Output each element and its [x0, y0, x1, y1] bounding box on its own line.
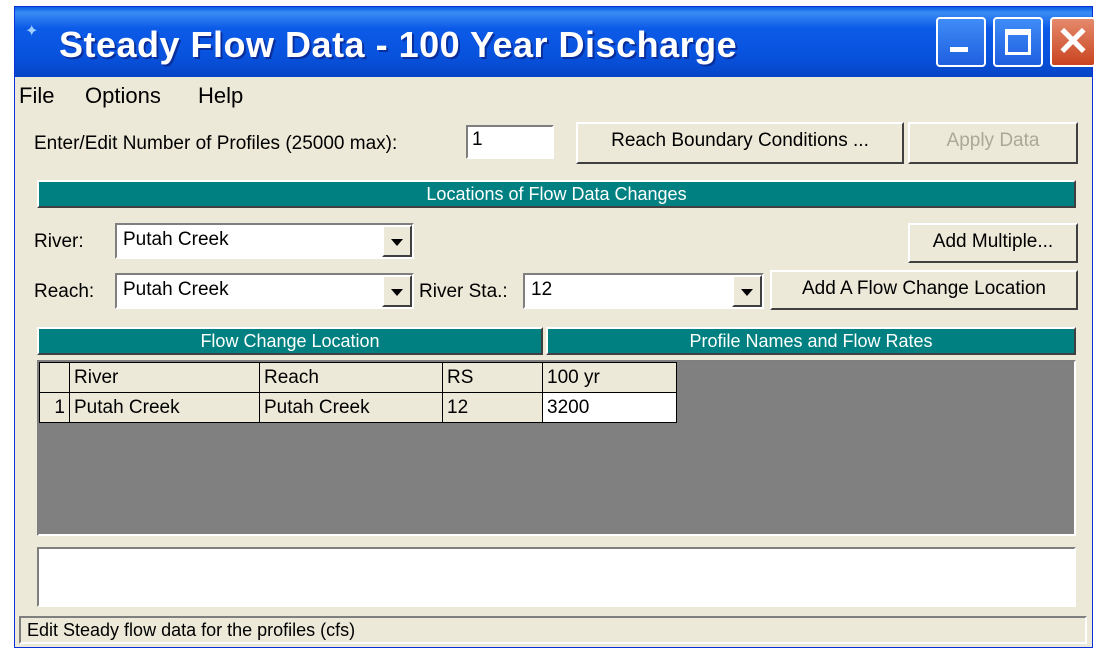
add-flow-change-location-button[interactable]: Add A Flow Change Location [770, 270, 1078, 310]
app-icon[interactable]: ✦ [25, 21, 38, 41]
maximize-button[interactable] [993, 17, 1043, 67]
minimize-icon [950, 47, 968, 52]
add-multiple-label: Add Multiple... [932, 231, 1054, 252]
cell-rs: 12 [442, 392, 543, 423]
flow-data-table: River Reach RS 100 yr 1 Putah Creek Puta… [39, 362, 677, 423]
row-number: 1 [39, 392, 70, 423]
table-row: 1 Putah Creek Putah Creek 12 3200 [39, 392, 677, 423]
locations-header: Locations of Flow Data Changes [37, 180, 1076, 208]
status-bar: Edit Steady flow data for the profiles (… [19, 616, 1087, 644]
reach-label: Reach: [34, 281, 95, 302]
cell-flow-rate[interactable]: 3200 [542, 392, 677, 423]
column-header-river[interactable]: River [69, 362, 260, 393]
river-dropdown-button[interactable] [382, 225, 412, 257]
steady-flow-window: ✦ Steady Flow Data - 100 Year Discharge … [14, 6, 1096, 648]
menu-file[interactable]: File [19, 83, 54, 109]
table-header-row: River Reach RS 100 yr [39, 362, 677, 393]
menu-help[interactable]: Help [198, 83, 243, 109]
add-multiple-button[interactable]: Add Multiple... [908, 223, 1078, 263]
flow-data-grid: River Reach RS 100 yr 1 Putah Creek Puta… [37, 360, 1076, 536]
column-header-rs[interactable]: RS [442, 362, 543, 393]
chevron-down-icon [391, 239, 403, 246]
chevron-down-icon [391, 289, 403, 296]
river-label: River: [34, 231, 84, 252]
profiles-label: Enter/Edit Number of Profiles (25000 max… [34, 133, 398, 154]
cell-reach: Putah Creek [259, 392, 443, 423]
close-button[interactable]: ✕ [1050, 17, 1096, 67]
river-select-value: Putah Creek [123, 229, 229, 250]
reach-select-value: Putah Creek [123, 279, 229, 300]
close-icon: ✕ [1056, 20, 1090, 64]
menu-options[interactable]: Options [85, 83, 161, 109]
reach-dropdown-button[interactable] [382, 275, 412, 307]
river-sta-dropdown-button[interactable] [732, 275, 762, 307]
apply-data-label: Apply Data [946, 130, 1040, 151]
window-title: Steady Flow Data - 100 Year Discharge [59, 24, 738, 65]
apply-data-button[interactable]: Apply Data [908, 122, 1078, 164]
menu-bar: File Options Help [15, 79, 1092, 113]
river-sta-select-value: 12 [531, 279, 553, 300]
add-flow-change-location-label: Add A Flow Change Location [801, 278, 1046, 299]
title-bar[interactable]: ✦ Steady Flow Data - 100 Year Discharge … [15, 7, 1096, 77]
column-header-profile[interactable]: 100 yr [542, 362, 677, 393]
cell-river: Putah Creek [69, 392, 260, 423]
reach-select[interactable]: Putah Creek [115, 273, 414, 309]
river-sta-label: River Sta.: [419, 281, 508, 302]
chevron-down-icon [741, 289, 753, 296]
reach-boundary-conditions-button[interactable]: Reach Boundary Conditions ... [576, 122, 904, 164]
column-header-reach[interactable]: Reach [259, 362, 443, 393]
reach-boundary-conditions-label: Reach Boundary Conditions ... [611, 130, 869, 151]
flow-change-location-header: Flow Change Location [37, 327, 543, 355]
message-box [37, 547, 1076, 607]
maximize-icon [1005, 29, 1031, 55]
river-sta-select[interactable]: 12 [523, 273, 764, 309]
row-number-header [39, 362, 70, 393]
profiles-count-input[interactable]: 1 [466, 125, 554, 159]
profile-names-header: Profile Names and Flow Rates [546, 327, 1076, 355]
minimize-button[interactable] [936, 17, 986, 67]
river-select[interactable]: Putah Creek [115, 223, 414, 259]
